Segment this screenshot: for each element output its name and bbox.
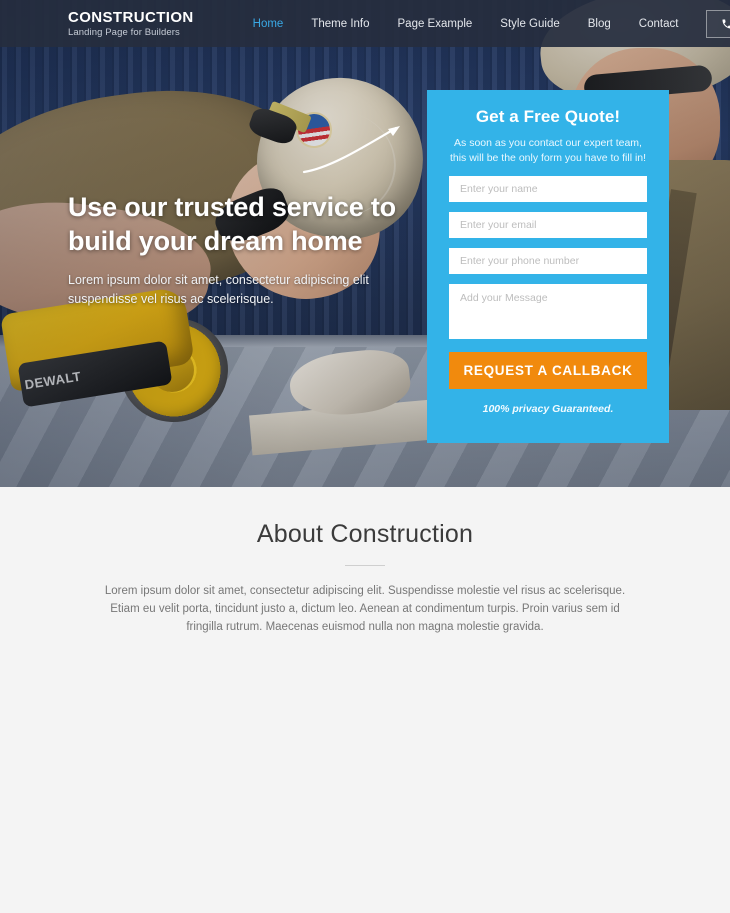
quote-form-panel: Get a Free Quote! As soon as you contact… — [427, 90, 669, 443]
email-input[interactable] — [449, 212, 647, 238]
curved-arrow-icon — [302, 126, 400, 174]
message-textarea[interactable] — [449, 284, 647, 339]
hero-text-block: Use our trusted service to build your dr… — [68, 190, 408, 309]
about-title: About Construction — [256, 520, 474, 548]
name-input[interactable] — [449, 176, 647, 202]
privacy-note: 100% privacy Guaranteed. — [482, 403, 614, 415]
hero-heading: Use our trusted service to build your dr… — [68, 192, 396, 256]
nav-item-blog[interactable]: Blog — [588, 18, 611, 30]
title-divider — [345, 565, 385, 566]
nav-item-theme-info[interactable]: Theme Info — [311, 18, 369, 30]
brand-title: CONSTRUCTION — [68, 8, 194, 26]
brand-subtitle: Landing Page for Builders — [68, 26, 180, 38]
nav-item-home[interactable]: Home — [253, 18, 284, 30]
phone-input[interactable] — [449, 248, 647, 274]
nav-item-page-example[interactable]: Page Example — [398, 18, 473, 30]
quote-form-subtitle: As soon as you contact our expert team, … — [449, 137, 647, 164]
nav-item-contact[interactable]: Contact — [639, 18, 679, 30]
brand-logo[interactable]: CONSTRUCTION Landing Page for Builders — [68, 9, 194, 39]
nav-item-style-guide[interactable]: Style Guide — [500, 18, 559, 30]
about-paragraph: Lorem ipsum dolor sit amet, consectetur … — [104, 585, 626, 633]
phone-icon — [722, 19, 730, 28]
quote-form-title: Get a Free Quote! — [475, 107, 621, 126]
request-callback-button[interactable]: REQUEST A CALLBACK — [449, 352, 647, 389]
main-navigation-bar: CONSTRUCTION Landing Page for Builders H… — [0, 0, 730, 47]
nav-links: Home Theme Info Page Example Style Guide… — [253, 18, 679, 30]
about-section: About Construction Lorem ipsum dolor sit… — [0, 487, 730, 913]
hero-section: DEWALT CONSTRUCTION Landing Page for Bui… — [0, 0, 730, 487]
phone-button[interactable]: 0123456789 — [706, 9, 730, 38]
hero-paragraph: Lorem ipsum dolor sit amet, consectetur … — [68, 273, 369, 306]
